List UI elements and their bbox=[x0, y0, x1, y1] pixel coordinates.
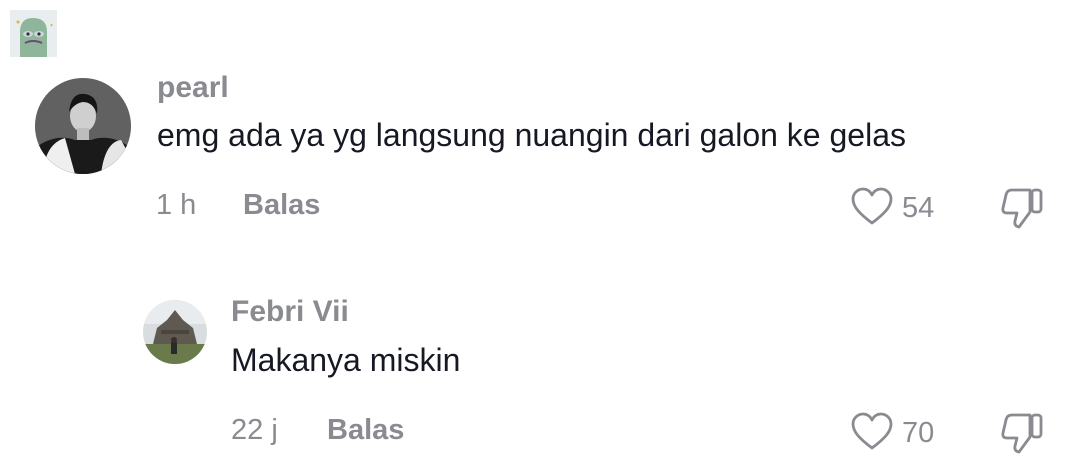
like-count: 70 bbox=[902, 417, 935, 449]
dislike-button[interactable] bbox=[1000, 186, 1046, 235]
thumbs-down-icon[interactable] bbox=[1000, 188, 1046, 234]
username[interactable]: pearl bbox=[157, 71, 229, 105]
heart-icon[interactable] bbox=[850, 411, 894, 456]
like-count: 54 bbox=[902, 192, 935, 224]
avatar[interactable] bbox=[143, 300, 207, 364]
thumbs-down-icon[interactable] bbox=[1000, 413, 1046, 459]
dislike-button[interactable] bbox=[1000, 411, 1046, 460]
reply-button[interactable]: Balas bbox=[243, 189, 320, 222]
avatar[interactable] bbox=[35, 78, 131, 174]
comment-text: Makanya miskin bbox=[231, 342, 461, 378]
timestamp: 1 h bbox=[156, 189, 197, 221]
username[interactable]: Febri Vii bbox=[231, 295, 349, 329]
reply-button[interactable]: Balas bbox=[327, 414, 404, 447]
heart-icon[interactable] bbox=[850, 186, 894, 231]
like-button[interactable]: 54 bbox=[850, 186, 934, 231]
like-button[interactable]: 70 bbox=[850, 411, 934, 456]
timestamp: 22 j bbox=[231, 414, 278, 446]
comment-text: emg ada ya yg langsung nuangin dari galo… bbox=[157, 117, 906, 153]
current-user-avatar[interactable] bbox=[10, 10, 57, 57]
